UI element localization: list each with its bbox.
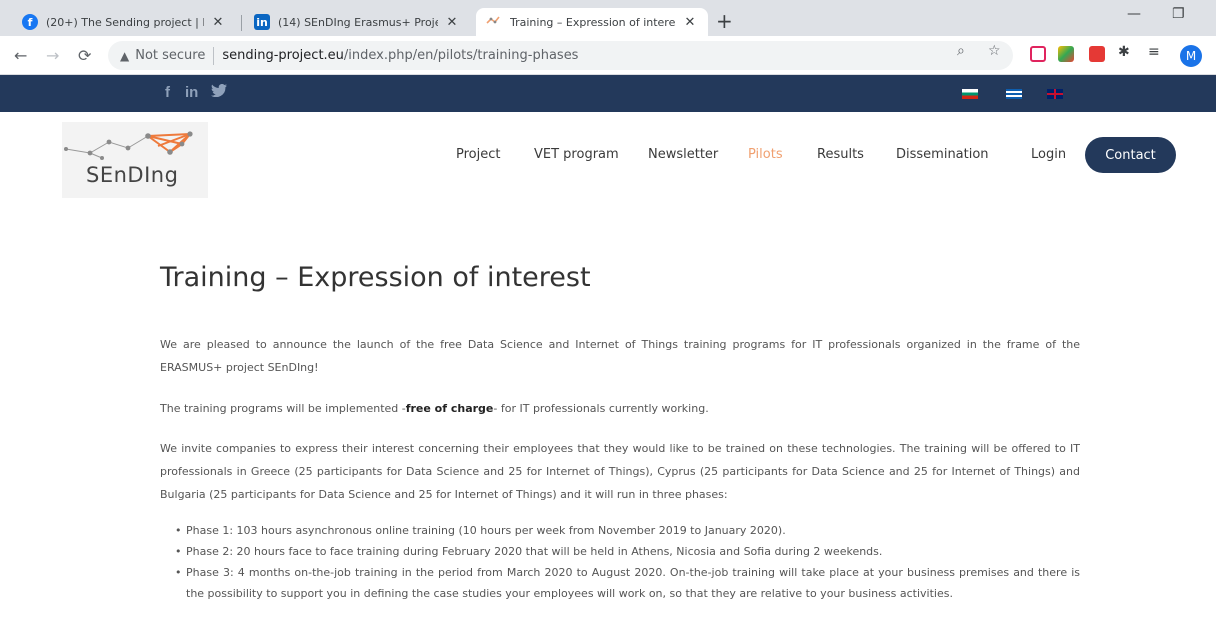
browser-toolbar: ← → ⟳ ▲ Not secure sending-project.eu/in… <box>0 36 1216 75</box>
tab-facebook[interactable]: f (20+) The Sending project | Facel ✕ <box>12 8 236 36</box>
facebook-icon: f <box>22 14 38 30</box>
nav-item-dissemination[interactable]: Dissemination <box>896 147 989 162</box>
linkedin-icon: in <box>254 14 270 30</box>
browser-tab-strip: f (20+) The Sending project | Facel ✕ in… <box>0 0 1216 36</box>
nav-item-vet-program[interactable]: VET program <box>534 147 619 162</box>
color-extension-icon[interactable] <box>1058 46 1074 62</box>
tab-training[interactable]: Training – Expression of interest ✕ <box>476 8 708 36</box>
url-host[interactable]: sending-project.eu <box>222 48 344 63</box>
url-path[interactable]: /index.php/en/pilots/training-phases <box>344 48 579 63</box>
site-icon <box>486 14 502 30</box>
invite-paragraph: We invite companies to express their int… <box>160 442 1080 501</box>
facebook-icon[interactable]: f <box>165 84 170 101</box>
intro-paragraph: We are pleased to announce the launch of… <box>160 338 1080 374</box>
divider <box>213 46 215 65</box>
uk-flag-icon[interactable] <box>1047 89 1063 99</box>
back-icon[interactable]: ← <box>14 46 27 65</box>
close-icon[interactable]: ✕ <box>444 15 460 30</box>
tab-title: Training – Expression of interest <box>510 15 676 29</box>
tab-linkedin[interactable]: in (14) SEnDIng Erasmus+ Project | ✕ <box>244 8 470 36</box>
address-bar[interactable]: ▲ Not secure sending-project.eu/index.ph… <box>108 41 1013 70</box>
nav-item-login[interactable]: Login <box>1031 147 1066 162</box>
list-item: Phase 1: 103 hours asynchronous online t… <box>175 520 1080 541</box>
nav-item-newsletter[interactable]: Newsletter <box>648 147 718 162</box>
close-icon[interactable]: ✕ <box>210 15 226 30</box>
list-item: Phase 3: 4 months on-the-job training in… <box>175 562 1080 604</box>
nav-item-results[interactable]: Results <box>817 147 864 162</box>
bulgarian-flag-icon[interactable] <box>962 89 978 99</box>
tab-title: (20+) The Sending project | Facel <box>46 15 204 29</box>
page-title: Training – Expression of interest <box>160 262 591 293</box>
reading-list-icon[interactable]: ≡ <box>1148 44 1160 60</box>
pocket-extension-icon[interactable] <box>1030 46 1046 62</box>
greek-flag-icon[interactable] <box>1006 89 1022 99</box>
logo-text[interactable]: SEnDIng <box>86 163 178 187</box>
charge-text-before: The training programs will be implemente… <box>160 402 406 415</box>
security-status[interactable]: Not secure <box>135 48 205 63</box>
restore-icon[interactable]: ❐ <box>1172 6 1185 22</box>
site-top-bar: f in <box>0 75 1216 112</box>
charge-text-after: - for IT professionals currently working… <box>493 402 709 415</box>
close-icon[interactable]: ✕ <box>682 15 698 30</box>
profile-avatar[interactable]: M <box>1180 45 1202 67</box>
zoom-icon[interactable]: ⌕ <box>957 43 965 59</box>
tab-title: (14) SEnDIng Erasmus+ Project | <box>278 15 438 29</box>
reload-icon[interactable]: ⟳ <box>78 46 91 65</box>
contact-button[interactable]: Contact <box>1085 137 1176 173</box>
extensions-puzzle-icon[interactable]: ✱ <box>1118 44 1130 60</box>
new-tab-button[interactable]: + <box>716 9 733 33</box>
forward-icon[interactable]: → <box>46 46 59 65</box>
free-of-charge-label: free of charge <box>405 402 494 415</box>
twitter-icon[interactable] <box>211 83 227 101</box>
nav-item-project[interactable]: Project <box>456 147 500 162</box>
charge-paragraph: The training programs will be implemente… <box>160 397 1080 420</box>
linkedin-icon[interactable]: in <box>185 84 198 101</box>
nav-item-pilots[interactable]: Pilots <box>748 147 783 162</box>
minimize-icon[interactable]: — <box>1127 6 1141 22</box>
warning-icon[interactable]: ▲ <box>120 49 129 63</box>
pdf-extension-icon[interactable] <box>1089 46 1105 62</box>
list-item: Phase 2: 20 hours face to face training … <box>175 541 1080 562</box>
phase-list: Phase 1: 103 hours asynchronous online t… <box>175 520 1080 604</box>
star-icon[interactable]: ☆ <box>988 43 1001 59</box>
tab-divider <box>241 15 242 31</box>
